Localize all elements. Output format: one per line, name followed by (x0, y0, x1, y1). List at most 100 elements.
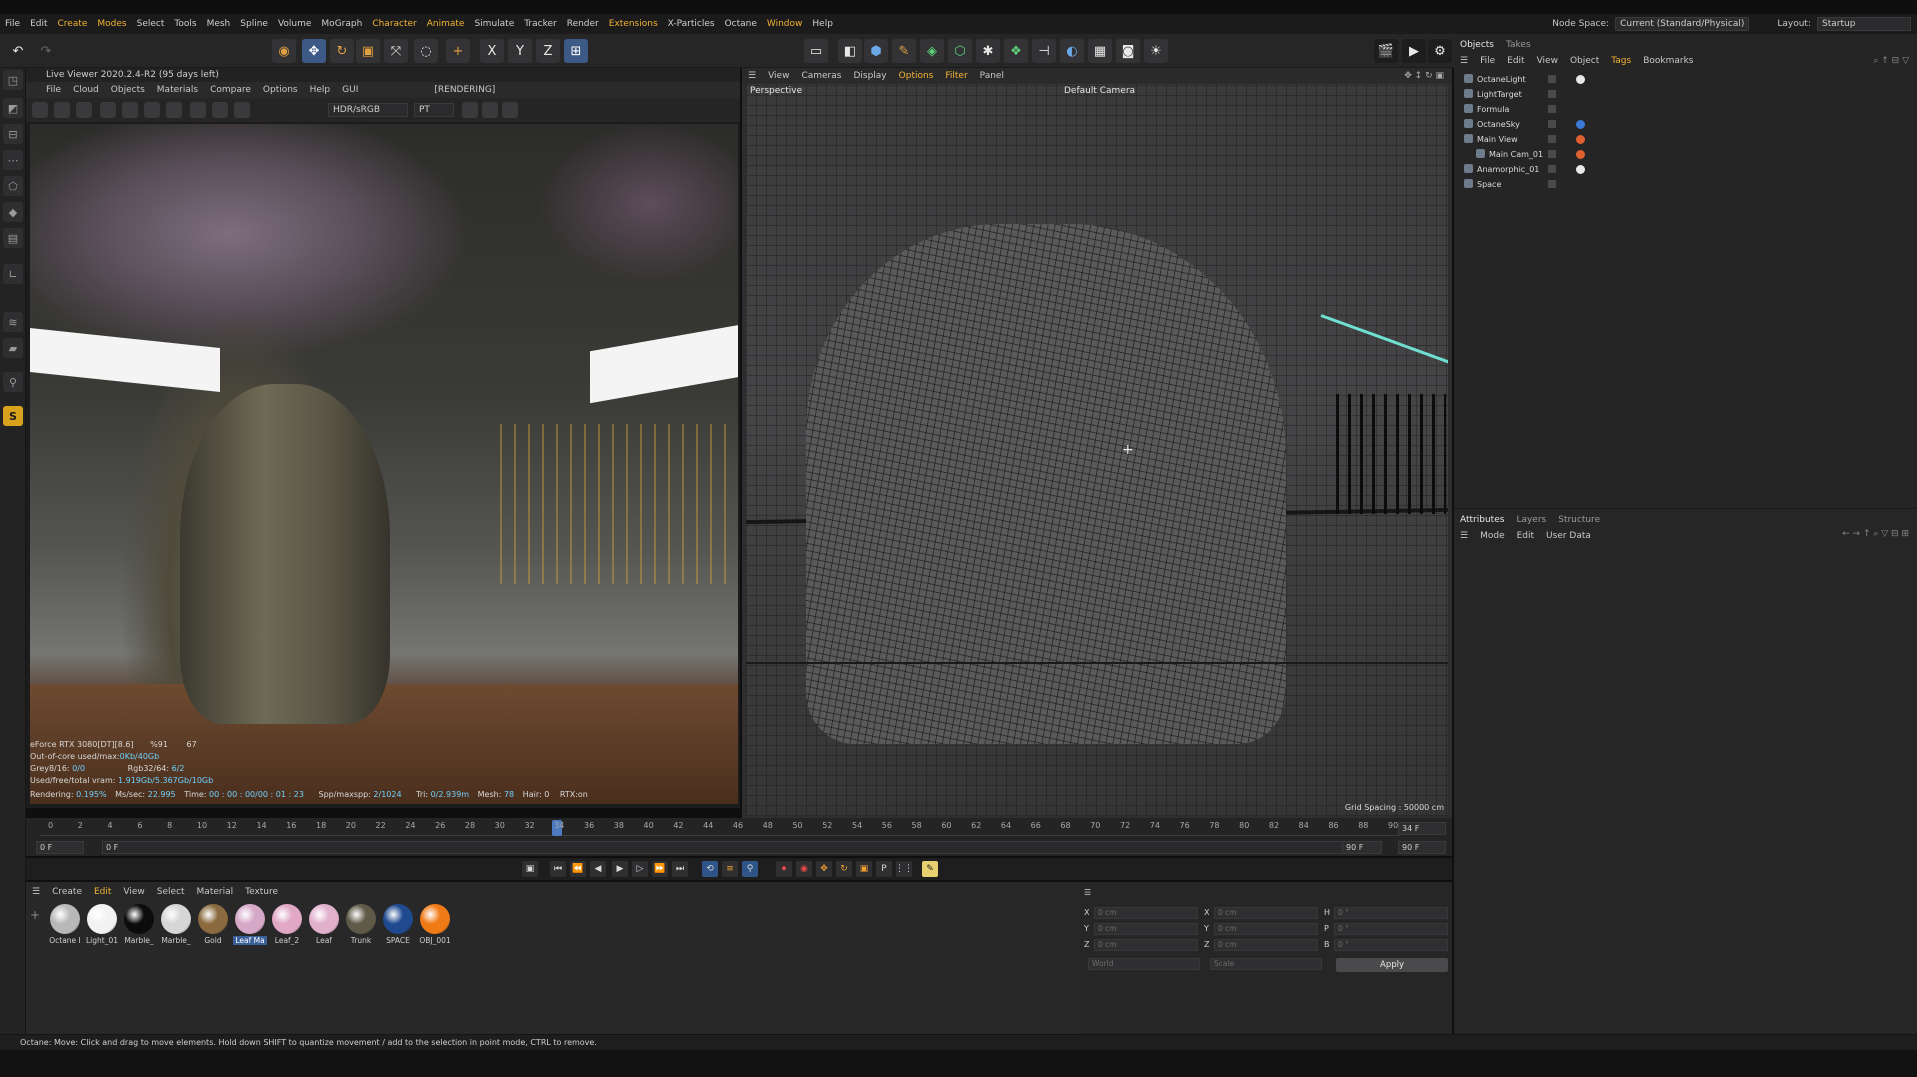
axis-z-icon[interactable]: Z (536, 39, 560, 63)
tab-objects[interactable]: Objects (1454, 38, 1500, 52)
timeline-ruler[interactable]: 0 2 4 6 8 10 12 14 16 18 20 22 24 26 28 30 32 34 36 38 40 42 4… (40, 820, 1400, 836)
workplane-icon[interactable]: ▰ (3, 338, 23, 358)
picker-icon[interactable] (234, 102, 250, 118)
light-icon[interactable]: ☀ (1144, 39, 1168, 63)
tab-layers[interactable]: Layers (1510, 513, 1552, 527)
clapper-icon[interactable]: 🎬 (1374, 39, 1398, 63)
floor-icon[interactable]: ⊣ (1032, 39, 1056, 63)
key-scale-icon[interactable]: ▣ (856, 861, 872, 877)
auto-key-icon[interactable]: ◉ (796, 861, 812, 877)
next-frame-icon[interactable]: ▷ (632, 861, 648, 877)
material-swatch[interactable]: Leaf_2 (270, 904, 304, 945)
menu-item-window[interactable]: Window (762, 14, 808, 34)
material-menu-view[interactable]: View (117, 884, 150, 900)
object-tag-icon[interactable] (1576, 135, 1585, 144)
material-swatch[interactable]: Trunk (344, 904, 378, 945)
material-menu-create[interactable]: Create (46, 884, 88, 900)
s-plugin-icon[interactable]: S (3, 406, 23, 426)
loop-icon[interactable]: ⟲ (702, 861, 718, 877)
cube-icon[interactable]: ⬢ (864, 39, 888, 63)
subsample-icon[interactable] (482, 102, 498, 118)
lv-menu-help[interactable]: Help (304, 82, 337, 98)
menu-item-file[interactable]: File (0, 14, 25, 34)
coord-position-field[interactable]: 0 cm (1094, 923, 1198, 935)
pen-icon[interactable]: ✎ (892, 39, 916, 63)
coord-size-field[interactable]: 0 cm (1214, 939, 1318, 951)
viewport-menu-options[interactable]: Options (893, 68, 940, 84)
objects-menu-tags[interactable]: Tags (1605, 54, 1637, 68)
material-swatch[interactable]: Leaf Ma (233, 904, 267, 945)
preview-end-field[interactable]: 90 F (1342, 841, 1382, 854)
menu-item-mograph[interactable]: MoGraph (316, 14, 367, 34)
material-swatch[interactable]: SPACE (381, 904, 415, 945)
region-icon[interactable] (190, 102, 206, 118)
visibility-toggle[interactable] (1548, 165, 1556, 173)
object-row[interactable]: OctaneLight (1464, 74, 1904, 86)
render-preview[interactable] (30, 124, 738, 804)
attributes-menu-icon[interactable]: ☰ (1454, 531, 1474, 541)
rotate-tool-icon[interactable]: ↻ (330, 39, 354, 63)
camera-tag-icon[interactable]: ◐ (1060, 39, 1084, 63)
viewport-menu-panel[interactable]: Panel (974, 68, 1010, 84)
go-to-start-icon[interactable]: ⏮ (550, 861, 566, 877)
keyframe-mode-icon[interactable]: ≡ (722, 861, 738, 877)
coord-size-field[interactable]: 0 cm (1214, 907, 1318, 919)
solo-icon[interactable]: ⚲ (3, 372, 23, 392)
coord-position-field[interactable]: 0 cm (1094, 939, 1198, 951)
keyframe-settings-icon[interactable]: ✎ (922, 861, 938, 877)
render-play-icon[interactable]: ▶ (1402, 39, 1426, 63)
attributes-menu-edit[interactable]: Edit (1511, 529, 1540, 543)
visibility-toggle[interactable] (1548, 135, 1556, 143)
lv-menu-file[interactable]: File (40, 82, 67, 98)
menu-item-select[interactable]: Select (132, 14, 170, 34)
deformer-icon[interactable]: ✱ (976, 39, 1000, 63)
coords-menu-icon[interactable]: ☰ (1084, 888, 1091, 897)
texture-mode-icon[interactable]: ⊟ (3, 124, 23, 144)
objects-menu-view[interactable]: View (1531, 54, 1564, 68)
camera-icon[interactable]: ◙ (1116, 39, 1140, 63)
object-row[interactable]: OctaneSky (1464, 119, 1904, 131)
edges-mode-icon[interactable]: ⬠ (3, 176, 23, 196)
render-settings-icon[interactable] (122, 102, 138, 118)
coord-rotation-field[interactable]: 0 ° (1334, 907, 1448, 919)
material-swatch[interactable]: Light_01 (85, 904, 119, 945)
move-tool-icon[interactable]: ✥ (302, 39, 326, 63)
axis-y-icon[interactable]: Y (508, 39, 532, 63)
menu-item-x-particles[interactable]: X-Particles (663, 14, 720, 34)
coord-rotation-field[interactable]: 0 ° (1334, 939, 1448, 951)
previous-frame-icon[interactable]: ◀ (590, 861, 606, 877)
visibility-toggle[interactable] (1548, 120, 1556, 128)
add-material-icon[interactable]: + (30, 908, 42, 938)
layout-dropdown[interactable]: Startup (1817, 17, 1911, 31)
subdivision-icon[interactable]: ◈ (920, 39, 944, 63)
key-param-icon[interactable]: P (876, 861, 892, 877)
current-frame-field[interactable]: 34 F (1398, 822, 1446, 835)
live-select-icon[interactable]: ◉ (272, 39, 296, 63)
object-tag-icon[interactable] (1576, 75, 1585, 84)
axis-x-icon[interactable]: X (480, 39, 504, 63)
object-tag-icon[interactable] (1576, 120, 1585, 129)
make-editable-icon[interactable]: ◳ (3, 70, 23, 90)
grid-icon[interactable]: ▦ (1088, 39, 1112, 63)
model-mode-icon[interactable]: ◩ (3, 98, 23, 118)
lock-icon[interactable] (144, 102, 160, 118)
viewport-menu-filter[interactable]: Filter (939, 68, 973, 84)
viewport-menu-display[interactable]: Display (847, 68, 892, 84)
undo-icon[interactable]: ↶ (6, 39, 30, 63)
render-settings-icon[interactable]: ⚙ (1428, 39, 1452, 63)
menu-item-character[interactable]: Character (367, 14, 421, 34)
pause-render-icon[interactable] (76, 102, 92, 118)
objects-menu-edit[interactable]: Edit (1501, 54, 1530, 68)
viewport-menu-cameras[interactable]: Cameras (795, 68, 847, 84)
visibility-toggle[interactable] (1548, 150, 1556, 158)
coord-mode-dropdown[interactable]: World (1088, 958, 1200, 970)
coord-size-dropdown[interactable]: Scale (1210, 958, 1322, 970)
axis-mode-icon[interactable]: ∟ (3, 264, 23, 284)
material-swatch[interactable]: Marble_ (122, 904, 156, 945)
material-menu-edit[interactable]: Edit (88, 884, 117, 900)
menu-item-modes[interactable]: Modes (92, 14, 131, 34)
polygons-mode-icon[interactable]: ◆ (3, 202, 23, 222)
object-row[interactable]: Main Cam_01 (1476, 149, 1916, 161)
material-swatch[interactable]: Octane I (48, 904, 82, 945)
tab-takes[interactable]: Takes (1500, 38, 1537, 52)
